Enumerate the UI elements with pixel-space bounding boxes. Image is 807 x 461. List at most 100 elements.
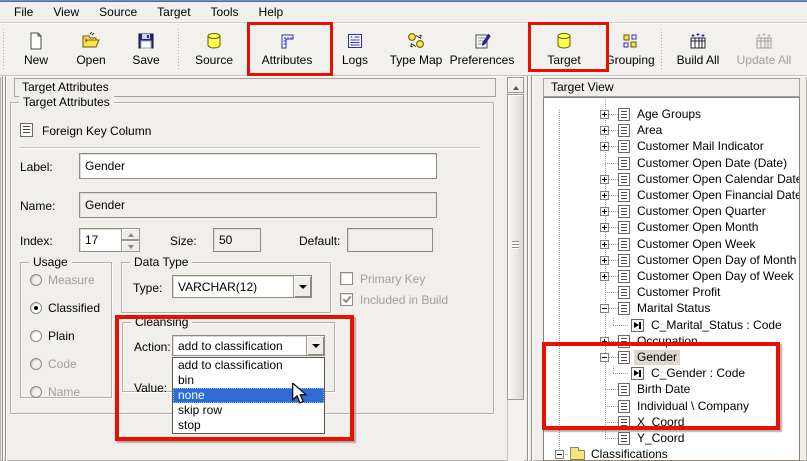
expand-icon[interactable] <box>600 126 609 135</box>
tree-row[interactable]: Birth Date <box>546 382 797 397</box>
toolbar-button-preferences[interactable]: Preferences <box>449 26 515 72</box>
toolbar-label: New <box>24 53 48 67</box>
tree-label: Customer Profit <box>634 285 723 300</box>
expand-icon[interactable] <box>600 191 609 200</box>
tree-label: Area <box>634 123 665 138</box>
tree-row[interactable]: Customer Open Month <box>546 220 797 235</box>
chevron-down-icon[interactable] <box>306 336 324 355</box>
expand-icon[interactable] <box>600 256 609 265</box>
tree-label-selected: Gender <box>634 350 680 365</box>
foreign-key-column-icon <box>20 123 33 137</box>
menu-tools[interactable]: Tools <box>201 2 249 22</box>
toolbar-button-open[interactable]: Open <box>68 26 114 72</box>
expand-icon[interactable] <box>600 223 609 232</box>
menu-file[interactable]: File <box>4 2 43 22</box>
collapse-icon[interactable] <box>600 304 609 313</box>
toolbar-button-attributes[interactable]: Attributes <box>251 26 323 72</box>
included-in-build-label: Included in Build <box>360 293 448 307</box>
toolbar-drag-handle[interactable] <box>661 29 664 69</box>
toolbar-drag-handle[interactable] <box>3 29 6 69</box>
spinner-down-button[interactable] <box>121 240 140 252</box>
open-folder-icon <box>81 32 101 50</box>
tree-row[interactable]: Customer Profit <box>546 285 797 300</box>
expand-icon[interactable] <box>600 337 609 346</box>
attribute-icon <box>618 335 630 348</box>
tree-label: Customer Open Week <box>634 237 759 252</box>
dropdown-option-add-to-classification[interactable]: add to classification <box>173 358 324 373</box>
index-input[interactable]: 17 <box>79 228 122 252</box>
collapse-icon[interactable] <box>600 353 609 362</box>
attribute-icon <box>618 140 630 153</box>
dropdown-option-stop[interactable]: stop <box>173 418 324 433</box>
tree-connector <box>613 373 629 374</box>
menu-help[interactable]: Help <box>249 2 294 22</box>
left-splitter-highlight <box>3 76 4 461</box>
name-value: Gender <box>85 198 125 212</box>
expand-icon[interactable] <box>600 175 609 184</box>
toolbar-button-build-all[interactable]: Build All <box>669 26 727 72</box>
tree-label: Customer Mail Indicator <box>634 139 767 154</box>
toolbar-label: Attributes <box>262 53 313 67</box>
type-combobox[interactable]: VARCHAR(12) <box>172 275 312 298</box>
tree-row[interactable]: Classifications <box>546 447 797 461</box>
tree-row[interactable]: Customer Open Day of Month <box>546 253 797 268</box>
tree-row[interactable]: Gender <box>546 350 797 365</box>
toolbar-button-source[interactable]: Source <box>188 26 240 72</box>
collapse-icon[interactable] <box>555 450 564 459</box>
expand-icon[interactable] <box>600 240 609 249</box>
toolbar-button-new[interactable]: New <box>14 26 58 72</box>
toolbar-button-target[interactable]: Target <box>533 26 595 72</box>
tree-row[interactable]: Customer Open Quarter <box>546 204 797 219</box>
preferences-icon <box>472 32 492 50</box>
toolbar-button-save[interactable]: Save <box>124 26 168 72</box>
tree-row[interactable]: Area <box>546 123 797 138</box>
tree-row[interactable]: Customer Open Day of Week <box>546 269 797 284</box>
foreign-key-column-label: Foreign Key Column <box>42 124 151 138</box>
radio-measure-label: Measure <box>48 273 95 287</box>
radio-plain[interactable] <box>30 330 42 342</box>
tree-row[interactable]: Individual \ Company <box>546 399 797 414</box>
code-mapping-icon <box>631 319 644 332</box>
default-caption: Default: <box>299 234 340 248</box>
tree-row[interactable]: Occupation <box>546 334 797 349</box>
toolbar-drag-handle[interactable] <box>178 29 181 69</box>
spinner-up-button[interactable] <box>121 228 140 240</box>
radio-classified[interactable] <box>30 302 42 314</box>
menu-source[interactable]: Source <box>89 2 147 22</box>
tree-label: Individual \ Company <box>634 399 752 414</box>
tree-row[interactable]: Customer Open Calendar Date <box>546 172 797 187</box>
expand-icon[interactable] <box>600 272 609 281</box>
expand-icon[interactable] <box>600 142 609 151</box>
tree-row[interactable]: Customer Open Date (Date) <box>546 156 797 171</box>
tree-row[interactable]: Y_Coord <box>546 431 797 446</box>
chevron-down-icon[interactable] <box>293 276 311 297</box>
toolbar-button-logs[interactable]: Logs <box>333 26 377 72</box>
tree-row[interactable]: Age Groups <box>546 107 797 122</box>
tree-label: Y_Coord <box>634 431 687 446</box>
dropdown-option-skip-row[interactable]: skip row <box>173 403 324 418</box>
scrollbar-thumb[interactable] <box>507 94 524 400</box>
toolbar-button-type-map[interactable]: Type Map <box>387 26 445 72</box>
tree-row[interactable]: Customer Open Week <box>546 237 797 252</box>
label-input[interactable]: Gender <box>79 153 437 179</box>
expand-icon[interactable] <box>600 207 609 216</box>
tree-row[interactable]: Customer Mail Indicator <box>546 139 797 154</box>
radio-name <box>30 386 42 398</box>
new-document-icon <box>26 32 46 50</box>
tree-row[interactable]: X_Coord <box>546 415 797 430</box>
expand-icon[interactable] <box>600 110 609 119</box>
scrollbar-up-button[interactable] <box>507 77 524 93</box>
usage-group-title: Usage <box>29 255 72 269</box>
action-combobox[interactable]: add to classification <box>172 335 325 356</box>
tree-row[interactable]: C_Gender : Code <box>546 366 797 381</box>
tree-row[interactable]: C_Marital_Status : Code <box>546 318 797 333</box>
build-all-icon <box>688 32 708 50</box>
menu-view[interactable]: View <box>43 2 89 22</box>
menu-target[interactable]: Target <box>147 2 200 22</box>
toolbar-button-grouping[interactable]: Grouping <box>601 26 659 72</box>
left-splitter-highlight <box>6 76 7 461</box>
tree-label: C_Gender : Code <box>648 366 748 381</box>
tree-row[interactable]: Customer Open Financial Date <box>546 188 797 203</box>
tree-row[interactable]: Marital Status <box>546 301 797 316</box>
toolbar-label: Logs <box>342 53 368 67</box>
